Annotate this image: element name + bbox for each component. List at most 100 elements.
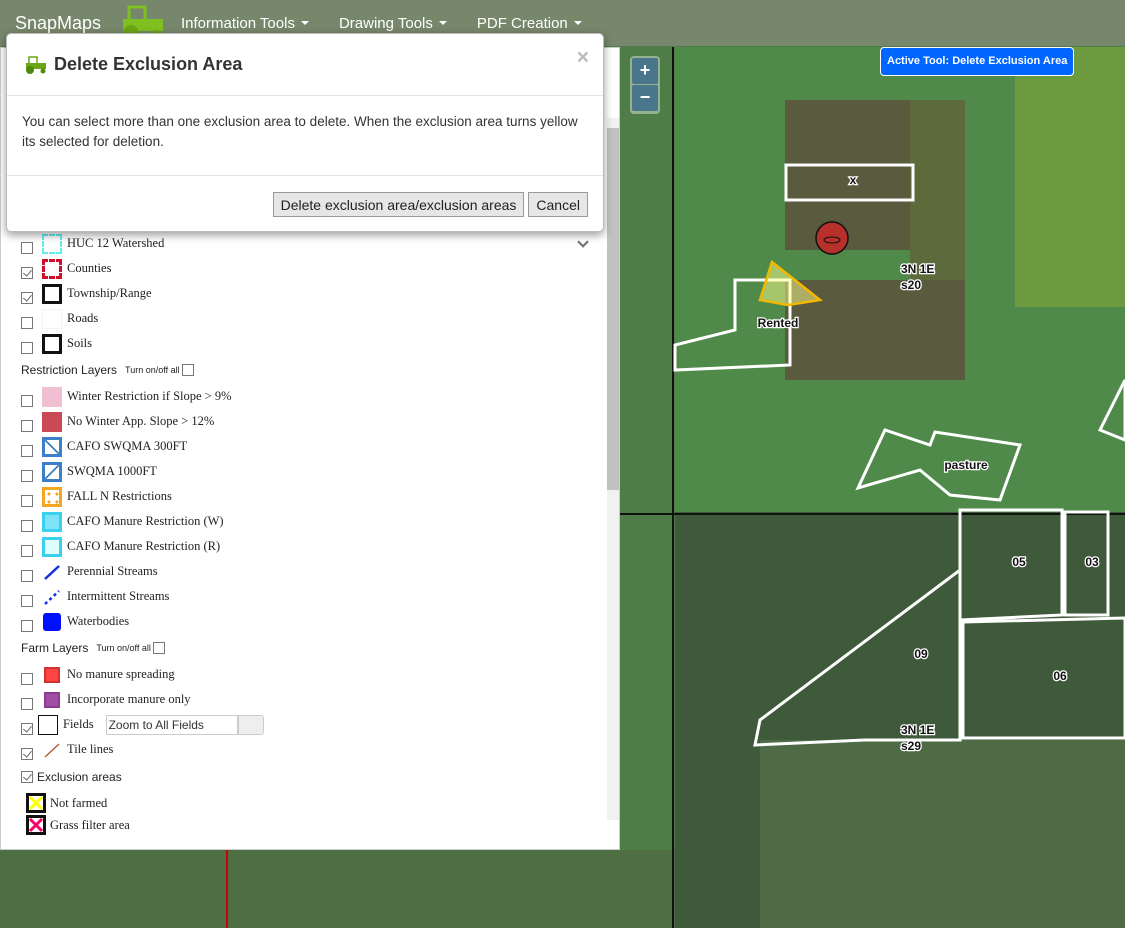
- zoom-fields-select[interactable]: Zoom to All Fields: [105, 714, 238, 735]
- exclusion-grass-filter: Grass filter area: [21, 814, 601, 836]
- layer-label: Tile lines: [67, 742, 114, 756]
- map-label-05: 05: [1012, 555, 1026, 569]
- layer-huc12: HUC 12 Watershed: [21, 231, 601, 256]
- delete-exclusion-button[interactable]: Delete exclusion area/exclusion areas: [272, 192, 525, 217]
- layer-label: HUC 12 Watershed: [67, 236, 165, 250]
- layer-label: Waterbodies: [67, 614, 130, 628]
- layer-roads: Roads: [21, 306, 601, 331]
- layer-label: CAFO Manure Restriction (W): [67, 514, 224, 528]
- layer-counties: Counties: [21, 256, 601, 281]
- checkbox[interactable]: [21, 241, 33, 254]
- panel-scrollbar[interactable]: [607, 118, 619, 820]
- layer-label: Township/Range: [67, 286, 152, 300]
- waterbody-swatch-icon: [43, 612, 61, 631]
- checkbox[interactable]: [21, 444, 33, 457]
- close-icon[interactable]: ×: [577, 46, 589, 70]
- layer-label: No Winter App. Slope > 12%: [67, 414, 215, 428]
- checkbox[interactable]: [21, 291, 33, 304]
- checkbox[interactable]: [21, 494, 33, 507]
- checkbox[interactable]: [21, 722, 33, 735]
- checkbox[interactable]: [21, 519, 33, 532]
- layer-label: Grass filter area: [50, 817, 130, 832]
- section-title: Farm Layers: [21, 641, 89, 655]
- layer-perennial: Perennial Streams: [21, 559, 601, 584]
- farm-header: Farm Layers Turn on/off all: [21, 236, 601, 662]
- zoom-fields-button[interactable]: [237, 714, 264, 735]
- layer-waterbodies: Waterbodies: [21, 609, 601, 634]
- checkbox[interactable]: [21, 316, 33, 329]
- stream-line-icon: [44, 564, 60, 580]
- layer-label: SWQMA 1000FT: [67, 464, 157, 478]
- layer-label: CAFO Manure Restriction (R): [67, 539, 221, 553]
- toggle-all-checkbox[interactable]: [152, 642, 165, 654]
- layer-no-manure: No manure spreading: [21, 662, 601, 687]
- checkbox[interactable]: [21, 419, 33, 432]
- soils-swatch-icon: [42, 333, 62, 354]
- map-label-township-2: 3N 1E: [901, 723, 934, 737]
- map-label-09: 09: [914, 647, 928, 661]
- checkbox[interactable]: [21, 619, 33, 632]
- section-title: Exclusion areas: [37, 770, 122, 784]
- map-label-township: 3N 1E: [901, 262, 934, 276]
- delete-exclusion-dialog: Delete Exclusion Area × You can select m…: [6, 33, 604, 232]
- well-marker: [815, 221, 849, 255]
- cancel-button[interactable]: Cancel: [528, 192, 588, 217]
- layer-label: FALL N Restrictions: [67, 489, 172, 503]
- zoom-in-button[interactable]: +: [632, 58, 658, 84]
- layer-label: Fields: [63, 717, 94, 731]
- map-label-06: 06: [1053, 669, 1067, 683]
- modal-header: Delete Exclusion Area ×: [7, 34, 603, 96]
- layer-tile-lines: Tile lines: [21, 737, 601, 762]
- zoom-out-button[interactable]: −: [632, 85, 658, 111]
- active-tool-badge: Active Tool: Delete Exclusion Area: [880, 47, 1075, 76]
- layer-winter-9: Winter Restriction if Slope > 9%: [21, 384, 601, 409]
- toggle-all-checkbox[interactable]: [181, 364, 194, 376]
- layer-label: CAFO SWQMA 300FT: [67, 439, 188, 453]
- checkbox[interactable]: [21, 672, 33, 685]
- map-label-03: 03: [1085, 555, 1099, 569]
- huc12-swatch-icon: [42, 233, 62, 254]
- layer-fields: Fields Zoom to All Fields: [21, 712, 601, 737]
- not-farmed-swatch-icon: [26, 793, 46, 813]
- exclusion-checkbox[interactable]: [21, 771, 33, 783]
- layer-fall-n: FALL N Restrictions: [21, 484, 601, 509]
- checkbox[interactable]: [21, 594, 33, 607]
- pink-swatch-icon: [42, 386, 62, 407]
- nav-drawing-tools[interactable]: Drawing Tools: [339, 15, 447, 32]
- checkbox[interactable]: [21, 341, 33, 354]
- caret-down-icon: [573, 21, 582, 25]
- layer-label: Winter Restriction if Slope > 9%: [67, 389, 232, 403]
- tractor-icon: [26, 55, 46, 74]
- nav-information-tools[interactable]: Information Tools: [181, 15, 309, 32]
- checkbox[interactable]: [21, 697, 33, 710]
- checkbox[interactable]: [21, 469, 33, 482]
- modal-message: You can select more than one exclusion a…: [7, 96, 603, 176]
- map-label-pasture: pasture: [944, 458, 988, 472]
- zoom-control: + −: [630, 56, 660, 114]
- checkbox[interactable]: [21, 747, 33, 760]
- caret-down-icon: [438, 21, 447, 25]
- layer-township: Township/Range: [21, 281, 601, 306]
- brand-link[interactable]: SnapMaps: [15, 13, 115, 34]
- layer-legend: HUC 12 Watershed Counties Township/Range…: [21, 231, 601, 836]
- exclusion-header: Exclusion areas: [21, 236, 601, 792]
- checkbox[interactable]: [21, 569, 33, 582]
- layer-label: Intermittent Streams: [67, 589, 170, 603]
- modal-title: Delete Exclusion Area: [54, 54, 243, 74]
- fields-swatch-icon: [38, 714, 58, 735]
- nav-pdf-creation[interactable]: PDF Creation: [477, 15, 582, 32]
- dots-orange-swatch-icon: [42, 486, 62, 507]
- checkbox[interactable]: [21, 544, 33, 557]
- cyan-swatch-icon: [42, 511, 62, 532]
- layer-label: Not farmed: [50, 795, 108, 810]
- layer-label: Counties: [67, 261, 112, 275]
- layer-swqma: SWQMA 1000FT: [21, 459, 601, 484]
- caret-down-icon: [300, 21, 309, 25]
- roads-swatch-icon: [42, 308, 62, 329]
- checkbox[interactable]: [21, 266, 33, 279]
- scroll-thumb[interactable]: [607, 128, 619, 490]
- dashed-stream-icon: [44, 589, 60, 605]
- checkbox[interactable]: [21, 394, 33, 407]
- layer-cafo-swqma: CAFO SWQMA 300FT: [21, 434, 601, 459]
- layer-label: Perennial Streams: [67, 564, 158, 578]
